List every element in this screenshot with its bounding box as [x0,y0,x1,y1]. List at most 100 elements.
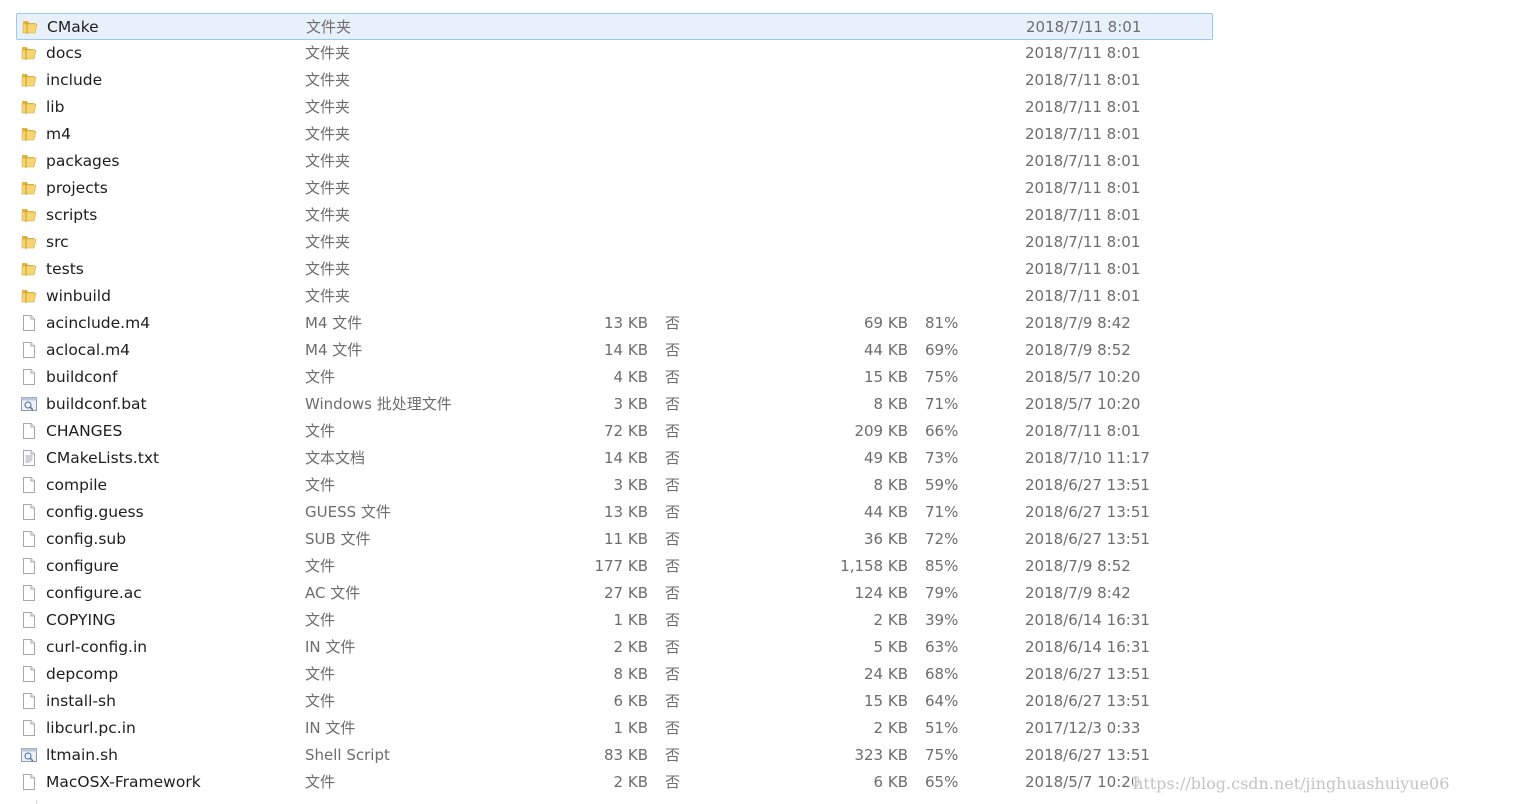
file-icon [20,557,38,575]
file-row[interactable]: config.guess GUESS 文件 13 KB 否 44 KB 71% 2018/6… [16,499,1213,526]
text-file-icon [20,449,38,467]
file-type: 文件 [305,611,336,629]
file-modified: 2018/5/7 10:20 [1025,773,1141,791]
file-packed-size [796,94,908,121]
file-row[interactable]: COPYING 文件 1 KB 否 2 KB 39% 2018/6/14 16:31 [16,607,1213,634]
file-row[interactable]: CMake 文件夹 2018/7/11 8:01 [16,13,1213,40]
file-icon [20,638,38,656]
file-modified: 2018/7/11 8:01 [1025,152,1141,170]
file-ratio: 63% [925,638,959,656]
file-modified: 2018/7/11 8:01 [1025,44,1141,62]
file-ratio: 75% [925,368,959,386]
file-ratio: 39% [925,611,959,629]
file-row[interactable]: configure 文件 177 KB 否 1,158 KB 85% 2018/7/9 8:… [16,553,1213,580]
file-name: curl-config.in [46,638,148,656]
file-size [556,94,648,121]
file-modified: 2018/6/27 13:51 [1025,665,1150,683]
file-size: 177 KB [594,557,648,575]
watermark: https://blog.csdn.net/jinghuashuiyue06 [1133,773,1450,795]
file-encrypted: 否 [665,503,681,521]
file-size: 13 KB [604,314,648,332]
file-row[interactable]: CMakeLists.txt 文本文档 14 KB 否 49 KB 73% 2018/7/1… [16,445,1213,472]
file-size [556,175,648,202]
file-row[interactable]: config.sub SUB 文件 11 KB 否 36 KB 72% 2018/6/27 … [16,526,1213,553]
folder-icon [21,18,39,36]
file-modified: 2018/7/11 8:01 [1025,125,1141,143]
file-row[interactable]: winbuild 文件夹 2018/7/11 8:01 [16,283,1213,310]
file-type: 文件夹 [305,233,351,251]
file-packed-size: 8 KB [873,476,908,494]
file-type: IN 文件 [305,719,356,737]
file-row[interactable]: configure.ac AC 文件 27 KB 否 124 KB 79% 2018/7/9… [16,580,1213,607]
file-row[interactable]: MacOSX-Framework 文件 2 KB 否 6 KB 65% 2018/5/7 1… [16,769,1213,796]
file-row[interactable]: install-sh 文件 6 KB 否 15 KB 64% 2018/6/27 13:51 [16,688,1213,715]
file-name: winbuild [46,287,111,305]
file-name: configure.ac [46,584,142,602]
file-size [556,202,648,229]
file-modified: 2018/7/9 8:42 [1025,584,1131,602]
folder-icon [20,206,38,224]
file-encrypted: 否 [665,368,681,386]
file-packed-size: 69 KB [864,314,908,332]
file-size: 11 KB [604,530,648,548]
file-type: 文件 [305,368,336,386]
file-modified: 2018/7/11 8:01 [1025,71,1141,89]
file-row[interactable]: m4 文件夹 2018/7/11 8:01 [16,121,1213,148]
file-type: AC 文件 [305,584,361,602]
file-row[interactable]: curl-config.in IN 文件 2 KB 否 5 KB 63% 2018/6/14… [16,634,1213,661]
file-row[interactable]: CHANGES 文件 72 KB 否 209 KB 66% 2018/7/11 8:01 [16,418,1213,445]
file-row[interactable]: aclocal.m4 M4 文件 14 KB 否 44 KB 69% 2018/7/9 8:… [16,337,1213,364]
file-ratio: 79% [925,584,959,602]
file-row[interactable]: src 文件夹 2018/7/11 8:01 [16,229,1213,256]
file-encrypted: 否 [665,584,681,602]
file-row[interactable]: depcomp 文件 8 KB 否 24 KB 68% 2018/6/27 13:51 [16,661,1213,688]
file-modified: 2018/7/11 8:01 [1025,206,1141,224]
file-row[interactable]: compile 文件 3 KB 否 8 KB 59% 2018/6/27 13:51 [16,472,1213,499]
folder-icon [20,179,38,197]
file-modified: 2018/7/9 8:52 [1025,341,1131,359]
file-icon [20,368,38,386]
file-size: 3 KB [613,476,648,494]
file-row[interactable]: include 文件夹 2018/7/11 8:01 [16,67,1213,94]
file-packed-size [796,175,908,202]
file-packed-size: 2 KB [873,611,908,629]
file-encrypted: 否 [665,314,681,332]
file-packed-size: 6 KB [873,773,908,791]
file-name: COPYING [46,611,116,629]
file-row[interactable]: buildconf 文件 4 KB 否 15 KB 75% 2018/5/7 10:20 [16,364,1213,391]
file-modified: 2018/6/27 13:51 [1025,692,1150,710]
file-name: scripts [46,206,98,224]
file-icon [20,584,38,602]
file-modified: 2018/7/11 8:01 [1025,287,1141,305]
file-row[interactable]: tests 文件夹 2018/7/11 8:01 [16,256,1213,283]
file-row[interactable]: acinclude.m4 M4 文件 13 KB 否 69 KB 81% 2018/7/9 … [16,310,1213,337]
file-encrypted: 否 [665,773,681,791]
file-packed-size: 8 KB [873,395,908,413]
file-ratio: 81% [925,314,959,332]
folder-icon [20,98,38,116]
file-size: 4 KB [613,368,648,386]
file-row[interactable]: ltmain.sh Shell Script 83 KB 否 323 KB 75% 2018… [16,742,1213,769]
file-type: 文件夹 [305,71,351,89]
file-row[interactable]: packages 文件夹 2018/7/11 8:01 [16,148,1213,175]
folder-icon [20,71,38,89]
file-row[interactable]: libcurl.pc.in IN 文件 1 KB 否 2 KB 51% 2017/12/3 … [16,715,1213,742]
file-row[interactable]: lib 文件夹 2018/7/11 8:01 [16,94,1213,121]
file-encrypted: 否 [665,449,681,467]
file-type: 文件 [305,476,336,494]
file-type: GUESS 文件 [305,503,391,521]
file-name: src [46,233,69,251]
file-type: IN 文件 [305,638,356,656]
file-row[interactable]: projects 文件夹 2018/7/11 8:01 [16,175,1213,202]
file-type: 文件 [305,692,336,710]
file-icon [20,314,38,332]
file-row[interactable]: scripts 文件夹 2018/7/11 8:01 [16,202,1213,229]
file-size [557,14,649,41]
file-name: acinclude.m4 [46,314,151,332]
folder-icon [20,287,38,305]
file-row[interactable]: buildconf.bat Windows 批处理文件 3 KB 否 8 KB 71% 20… [16,391,1213,418]
file-size [556,148,648,175]
file-row[interactable]: docs 文件夹 2018/7/11 8:01 [16,40,1213,67]
file-size: 6 KB [613,692,648,710]
file-modified: 2018/7/11 8:01 [1025,179,1141,197]
